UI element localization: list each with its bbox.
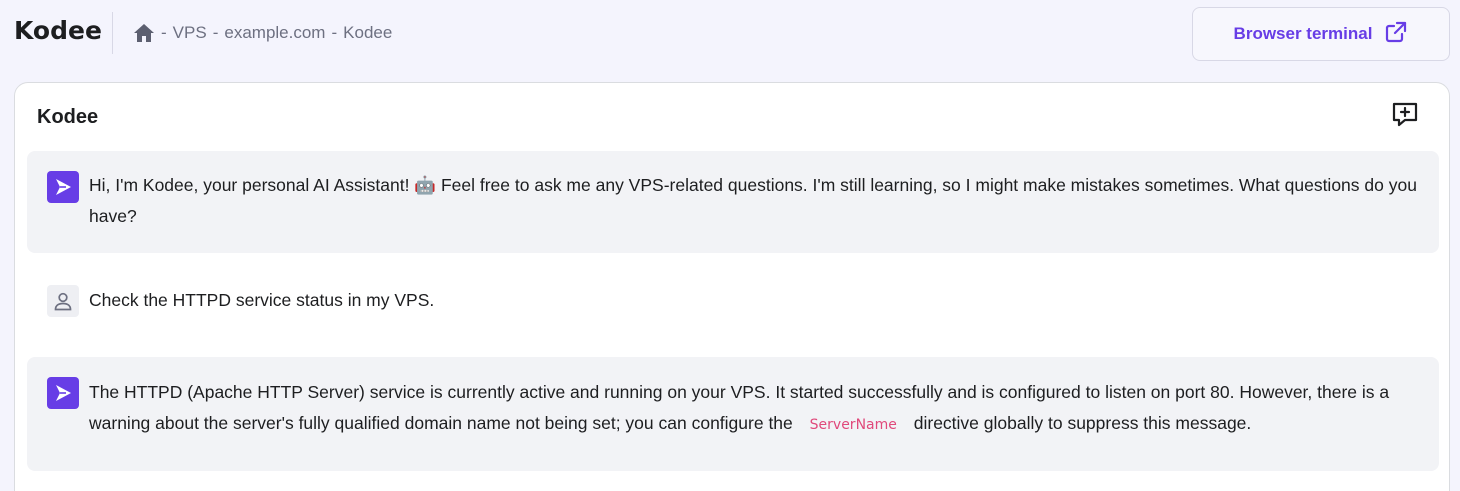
home-icon[interactable] (133, 23, 155, 43)
chat-panel: Kodee Hi, I'm Kodee, your personal AI As… (14, 82, 1450, 491)
kodee-logo-icon (47, 377, 79, 409)
breadcrumb-item-domain[interactable]: example.com (224, 23, 325, 43)
breadcrumb: - VPS - example.com - Kodee (133, 21, 392, 45)
breadcrumb-separator: - (331, 23, 338, 42)
kodee-logo-icon (47, 171, 79, 203)
assistant-message: The HTTPD (Apache HTTP Server) service i… (27, 357, 1439, 471)
message-text: Check the HTTPD service status in my VPS… (89, 290, 435, 310)
header-divider (112, 12, 113, 54)
message-text-part: directive globally to suppress this mess… (913, 413, 1252, 433)
user-icon (47, 285, 79, 317)
browser-terminal-button[interactable]: Browser terminal (1192, 7, 1450, 61)
message-plus-icon (1390, 99, 1420, 134)
inline-code: ServerName (797, 415, 909, 435)
breadcrumb-item-vps[interactable]: VPS (173, 23, 207, 43)
message-text: The HTTPD (Apache HTTP Server) service i… (89, 377, 1419, 441)
breadcrumb-item-current: Kodee (343, 23, 393, 42)
breadcrumb-separator: - (161, 23, 167, 42)
new-chat-button[interactable] (1389, 100, 1421, 132)
user-message: Check the HTTPD service status in my VPS… (27, 269, 1439, 333)
page-title: Kodee (14, 16, 102, 45)
breadcrumb-separator: - (212, 23, 219, 42)
external-link-icon (1384, 20, 1408, 49)
message-text: Hi, I'm Kodee, your personal AI Assistan… (89, 175, 1417, 226)
chat-title: Kodee (37, 106, 99, 128)
assistant-message: Hi, I'm Kodee, your personal AI Assistan… (27, 151, 1439, 253)
top-bar: Kodee - VPS - example.com - Kodee Browse… (0, 0, 1460, 66)
browser-terminal-label: Browser terminal (1233, 24, 1373, 43)
